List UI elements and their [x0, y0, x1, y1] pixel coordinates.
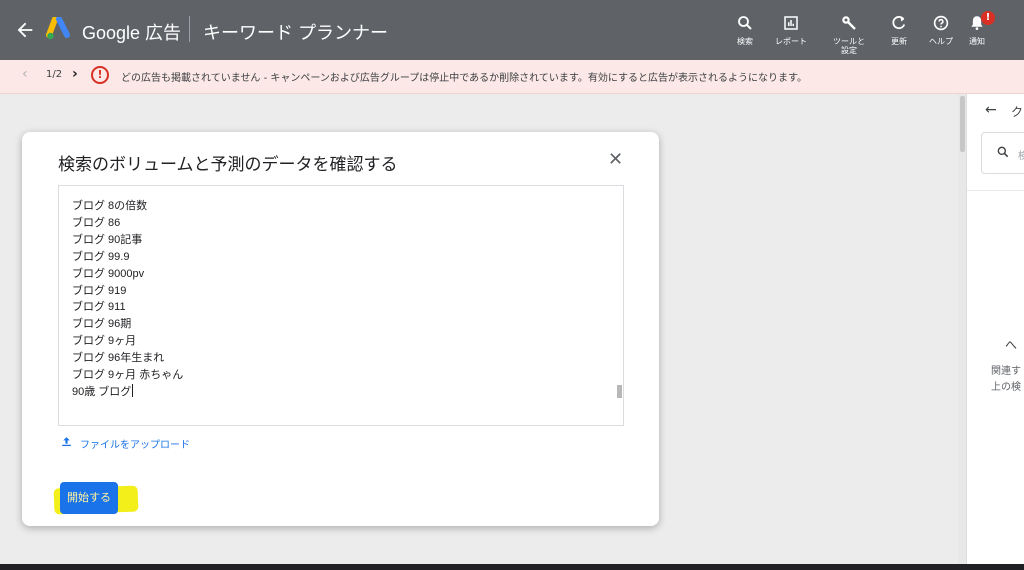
back-arrow-icon[interactable]: [14, 19, 36, 41]
report-icon: [784, 16, 798, 30]
help-icon: [933, 15, 949, 31]
textarea-scrollbar[interactable]: [617, 385, 622, 398]
keyword-line: ブログ 96期: [72, 318, 132, 331]
keyword-line: ブログ 86: [72, 216, 121, 229]
taskbar-strip: [0, 564, 1024, 570]
tool-label: ツールと設定: [833, 37, 865, 55]
panel-text-line: 関連す: [991, 366, 1021, 377]
keyword-line: ブログ 96年生まれ: [72, 352, 165, 365]
panel-heading: へ: [1005, 338, 1018, 352]
keyword-line: ブログ 9ヶ月 赤ちゃん: [72, 369, 184, 382]
keyword-textarea[interactable]: ブログ 8の倍数 ブログ 86 ブログ 90記事 ブログ 99.9 ブログ 90…: [58, 185, 624, 426]
keyword-line: ブログ 911: [72, 301, 126, 314]
keyword-line: ブログ 99.9: [72, 250, 130, 263]
keyword-line: ブログ 8の倍数: [72, 200, 148, 212]
panel-scrollbar[interactable]: [958, 94, 966, 564]
wrench-icon: [842, 16, 856, 30]
header-divider: [189, 16, 190, 42]
panel-back-arrow-icon[interactable]: ←: [985, 102, 997, 118]
panel-divider: [967, 190, 1024, 191]
app-header: Google 広告 キーワード プランナー 検索 レポート ツールと設定 更新 …: [0, 0, 1024, 60]
refresh-icon: [892, 16, 906, 30]
tool-search[interactable]: 検索: [722, 14, 768, 46]
tool-label: レポート: [775, 37, 807, 46]
search-icon: [738, 16, 752, 30]
start-button-label: 開始する: [67, 491, 111, 504]
google-ads-logo-icon: [46, 17, 70, 40]
keyword-line: ブログ 9000pv: [72, 267, 145, 280]
search-icon: [997, 146, 1009, 158]
alert-counter: 1/2: [46, 69, 63, 80]
keyword-line: ブログ 919: [72, 284, 127, 297]
side-panel: ← ク 検 へ 関連す 上の検: [966, 94, 1024, 564]
keyword-volume-dialog: 検索のボリュームと予測のデータを確認する ✕ ブログ 8の倍数 ブログ 86 ブ…: [22, 132, 659, 526]
keyword-line: ブログ 9ヶ月: [72, 335, 137, 348]
tool-label: 通知: [969, 37, 985, 46]
alert-message: どの広告も掲載されていません - キャンペーンおよび広告グループは停止中であるか…: [121, 73, 807, 84]
chevron-left-icon[interactable]: ‹: [22, 66, 28, 82]
keyword-line-active: 90歳 ブログ: [72, 383, 183, 401]
tool-report[interactable]: レポート: [768, 14, 814, 46]
tool-settings[interactable]: ツールと設定: [826, 14, 872, 55]
error-icon: !: [91, 66, 109, 84]
brand-name: Google 広告: [82, 23, 182, 43]
text-caret: [132, 383, 134, 397]
upload-label: ファイルをアップロード: [80, 440, 190, 451]
tool-refresh[interactable]: 更新: [876, 14, 922, 46]
search-placeholder: 検: [1018, 151, 1024, 162]
keyword-text: 90歳 ブログ: [72, 385, 132, 398]
panel-search-input[interactable]: 検: [981, 132, 1024, 174]
alert-banner: ‹ 1/2 › ! どの広告も掲載されていません - キャンペーンおよび広告グル…: [0, 60, 1024, 94]
panel-title: ク: [1011, 105, 1024, 119]
close-icon[interactable]: ✕: [608, 149, 623, 170]
dialog-title: 検索のボリュームと予測のデータを確認する: [58, 155, 398, 174]
tool-label: 更新: [891, 37, 907, 46]
keyword-list: ブログ 8の倍数 ブログ 86 ブログ 90記事 ブログ 99.9 ブログ 90…: [72, 198, 183, 401]
notification-badge: !: [981, 11, 995, 25]
panel-text-line: 上の検: [991, 382, 1021, 393]
chevron-right-icon[interactable]: ›: [72, 66, 78, 82]
start-button[interactable]: 開始する: [60, 482, 118, 514]
page-title: キーワード プランナー: [203, 23, 388, 43]
tool-label: 検索: [737, 37, 753, 46]
upload-icon: [62, 437, 71, 447]
keyword-line: ブログ 90記事: [72, 233, 143, 246]
scrollbar-thumb[interactable]: [960, 96, 965, 152]
